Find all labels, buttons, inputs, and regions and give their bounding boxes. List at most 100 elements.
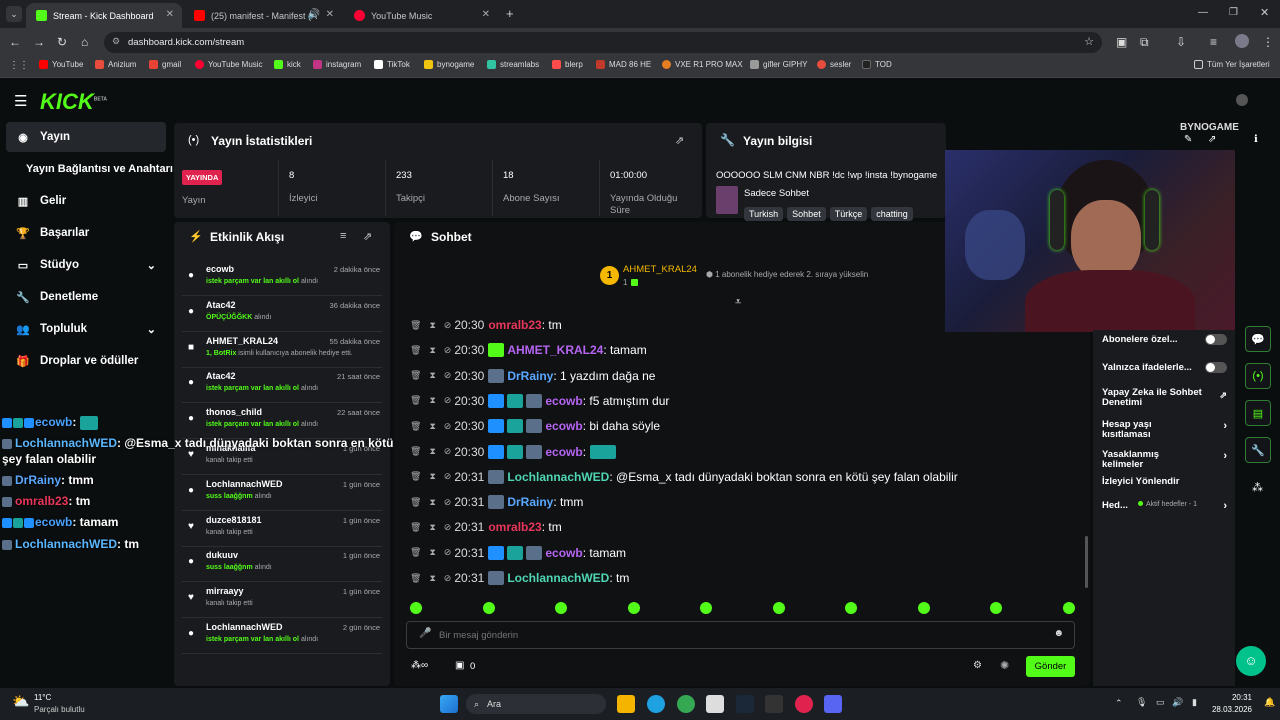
bookmark-gmail[interactable]: gmail [149,60,181,69]
chat-username[interactable]: LochlannachWED [507,470,609,484]
profile-avatar[interactable] [1235,34,1249,48]
mod-tools-button[interactable]: 🔧 [1245,437,1271,463]
info-icon[interactable]: ℹ [1254,134,1258,145]
bookmark-youtube-music[interactable]: YouTube Music [195,60,263,69]
broadcast-action-button[interactable]: (•) [1245,363,1271,389]
delete-message-icon[interactable]: 🗑 [410,320,421,331]
ban-icon[interactable]: ⊘ [444,547,452,558]
activity-username[interactable]: LochlannachWED [206,622,283,632]
timeout-icon[interactable]: ⧗ [429,395,435,406]
activity-item[interactable]: ● dukuuv 1 gün önce suss laağğnm alındı [182,548,382,583]
tab-manifest[interactable]: (25) manifest - Manifest (A 🔊 ✕ [184,3,342,28]
sidebar-item-droplar[interactable]: 🎁 Droplar ve ödüller [6,346,166,376]
chrome-icon[interactable] [677,695,695,713]
mic-tray-icon[interactable]: 🎙 [1136,697,1147,708]
chat-username[interactable]: AHMET_KRAL24 [507,343,603,357]
chat-username[interactable]: ecowb [545,445,582,459]
activity-item[interactable]: ● LochlannachWED 2 gün önce istek parçam va… [182,620,382,654]
ban-icon[interactable]: ⊘ [444,497,452,508]
popout-icon[interactable]: ⇗ [675,134,684,147]
activity-username[interactable]: Atac42 [206,300,236,310]
weather-temp[interactable]: 11°C [34,693,51,702]
address-bar[interactable]: ⚙ dashboard.kick.com/stream ☆ [104,32,1102,53]
timeout-icon[interactable]: ⧗ [429,497,435,508]
activity-username[interactable]: AHMET_KRAL24 [206,336,278,346]
notification-icon[interactable]: 🔔 [1264,697,1275,708]
emote-icon[interactable] [845,602,858,614]
leaderboard-user[interactable]: AHMET_KRAL24 [623,264,697,275]
ban-icon[interactable]: ⊘ [444,320,452,331]
discord-icon[interactable] [824,695,842,713]
chat-message[interactable]: 🗑 ⧗ ⊘ 20:31 LochlannachWED: tm [410,568,629,588]
tag[interactable]: Türkçe [829,207,868,221]
sidebar-item-stream-key[interactable]: Yayın Bağlantısı ve Anahtarı [6,154,176,184]
timeout-icon[interactable]: ⧗ [429,471,435,482]
chat-message[interactable]: 🗑 ⧗ ⊘ 20:31 LochlannachWED: @Esma_x tadı dün… [410,467,958,487]
menu-lines-icon[interactable]: ≡ [1210,35,1217,49]
help-chat-button[interactable]: ☺ [1236,646,1266,676]
chat-message[interactable]: 🗑 ⧗ ⊘ 20:31 DrRainy: tmm [410,492,583,512]
edit-icon[interactable]: ✎ [1184,134,1192,145]
emote-icon[interactable] [772,602,785,614]
sidebar-item-studyo[interactable]: ▭ Stüdyo ⌄ [6,250,166,280]
timeout-icon[interactable]: ⧗ [429,573,435,584]
file-explorer-icon[interactable] [617,695,635,713]
downloads-icon[interactable]: ⇩ [1176,35,1186,49]
timeout-icon[interactable]: ⧗ [429,370,435,381]
channel-points-icon[interactable]: ⁂∞ [411,660,428,671]
ban-icon[interactable]: ⊘ [444,370,452,381]
emote-icon[interactable] [410,602,422,614]
chat-action-button[interactable]: 💬 [1245,326,1271,352]
activity-username[interactable]: ecowb [206,264,234,274]
popout-icon[interactable]: ⇗ [1208,134,1216,145]
bookmark-star-icon[interactable]: ☆ [1084,35,1094,48]
emote-icon[interactable] [627,602,640,614]
chat-username[interactable]: DrRainy [507,369,553,383]
filter-icon[interactable]: ≡ [340,230,346,242]
activity-item[interactable]: ♥ mirraayy 1 gün önce kanalı takip etti [182,584,382,619]
sidebar-item-gelir[interactable]: ▥ Gelir [6,186,166,216]
chat-setting-row[interactable]: Yapay Zeka ile Sohbet Denetimi ⇗ [1102,388,1227,408]
close-window-button[interactable]: ✕ [1260,6,1269,19]
forward-icon[interactable]: → [33,35,45,49]
network-icon[interactable]: ▭ [1156,697,1165,708]
chat-setting-row[interactable]: Yasaklanmış kelimeler › [1102,450,1227,470]
tag[interactable]: Sohbet [787,207,826,221]
close-tab-icon[interactable]: ✕ [482,9,490,20]
back-icon[interactable]: ← [9,35,21,49]
maximize-button[interactable]: ❐ [1229,7,1238,18]
activity-item[interactable]: ● Atac42 36 dakika önce ÖPÜÇÜĞĞKK alındı [182,298,382,332]
chat-setting-row[interactable]: Hesap yaşı kısıtlaması › [1102,420,1227,440]
chat-username[interactable]: ecowb [545,546,582,560]
ban-icon[interactable]: ⊘ [444,345,452,356]
ban-icon[interactable]: ⊘ [444,395,452,406]
apps-icon[interactable]: ⋮⋮ [9,60,29,71]
obs-icon[interactable] [795,695,813,713]
kick-logo[interactable]: KICKBETA [40,89,107,115]
reload-icon[interactable]: ↻ [57,35,67,49]
close-tab-icon[interactable]: ✕ [326,9,334,20]
new-tab-button[interactable]: + [506,6,514,21]
site-info-icon[interactable]: ⚙ [112,36,120,47]
pin-toggle-icon[interactable]: ⩡ [735,296,741,309]
delete-message-icon[interactable]: 🗑 [410,370,421,381]
toggle-switch[interactable] [1205,334,1227,345]
chat-message[interactable]: 🗑 ⧗ ⊘ 20:30 ecowb: f5 atmıştım dur [410,391,669,411]
activity-item[interactable]: ● ecowb 2 dakika önce istek parçam var lan … [182,262,382,296]
bookmark-streamlabs[interactable]: streamlabs [487,60,539,69]
bookmark-kick[interactable]: kick [274,60,301,69]
bookmark-mad86[interactable]: MAD 86 HE [596,60,651,69]
kebab-menu-icon[interactable]: ⋮ [1262,35,1274,49]
ban-icon[interactable]: ⊘ [444,573,452,584]
activity-item[interactable]: ■ AHMET_KRAL24 55 dakika önce 1, BotRix isi… [182,334,382,368]
epic-games-icon[interactable] [765,695,783,713]
layout-action-button[interactable]: ▤ [1245,400,1271,426]
timeout-icon[interactable]: ⧗ [429,345,435,356]
hamburger-menu-icon[interactable]: ☰ [14,92,27,110]
sidebar-item-basarilar[interactable]: 🏆 Başarılar [6,218,166,248]
home-icon[interactable]: ⌂ [81,35,88,49]
timeout-icon[interactable]: ⧗ [429,320,435,331]
start-button[interactable] [440,695,458,713]
chat-message[interactable]: 🗑 ⧗ ⊘ 20:30 ecowb: bi daha söyle [410,416,660,436]
audio-icon[interactable]: 🔊 [308,9,320,20]
